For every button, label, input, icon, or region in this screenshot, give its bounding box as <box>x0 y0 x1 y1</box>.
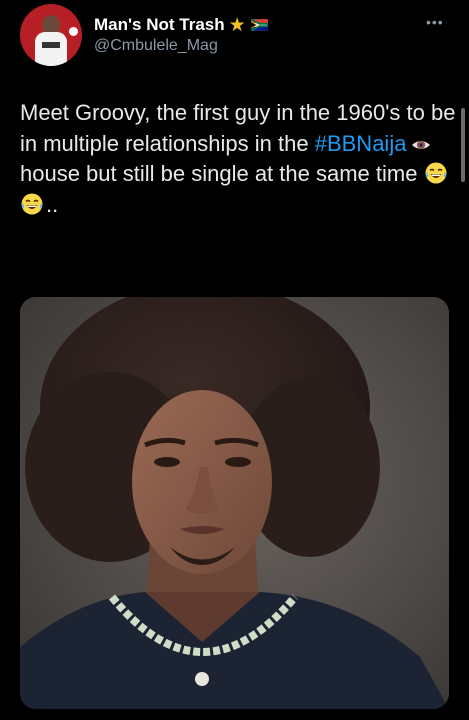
laughing-crying-emoji-icon <box>425 162 447 184</box>
avatar-shirt <box>35 32 67 66</box>
tweet-text: Meet Groovy, the first guy in the 1960's… <box>20 98 456 220</box>
tweet-text-rest: house but still be single at the same ti… <box>20 161 424 186</box>
avatar-badge-logo <box>68 26 79 37</box>
star-icon: ★ <box>228 14 246 36</box>
south-africa-flag-icon <box>250 19 268 31</box>
tweet-text-tail: .. <box>46 191 59 217</box>
eye-icon <box>412 140 431 149</box>
tweet-photo[interactable] <box>20 297 449 709</box>
ellipsis-icon[interactable]: ••• <box>426 14 444 30</box>
tweet[interactable]: Man's Not Trash ★ @Cmbulele_Mag ••• Meet… <box>0 0 469 720</box>
laughing-crying-emoji-icon <box>21 193 43 214</box>
handle[interactable]: @Cmbulele_Mag <box>94 37 268 55</box>
display-name-line: Man's Not Trash ★ <box>94 14 268 36</box>
portrait-illustration <box>20 297 449 709</box>
scrollbar[interactable] <box>461 108 465 182</box>
avatar-shirt-print <box>42 42 60 48</box>
user-meta: Man's Not Trash ★ @Cmbulele_Mag <box>94 14 268 55</box>
avatar[interactable] <box>20 4 82 66</box>
display-name[interactable]: Man's Not Trash <box>94 15 225 35</box>
hashtag-link[interactable]: #BBNaija <box>315 131 407 156</box>
